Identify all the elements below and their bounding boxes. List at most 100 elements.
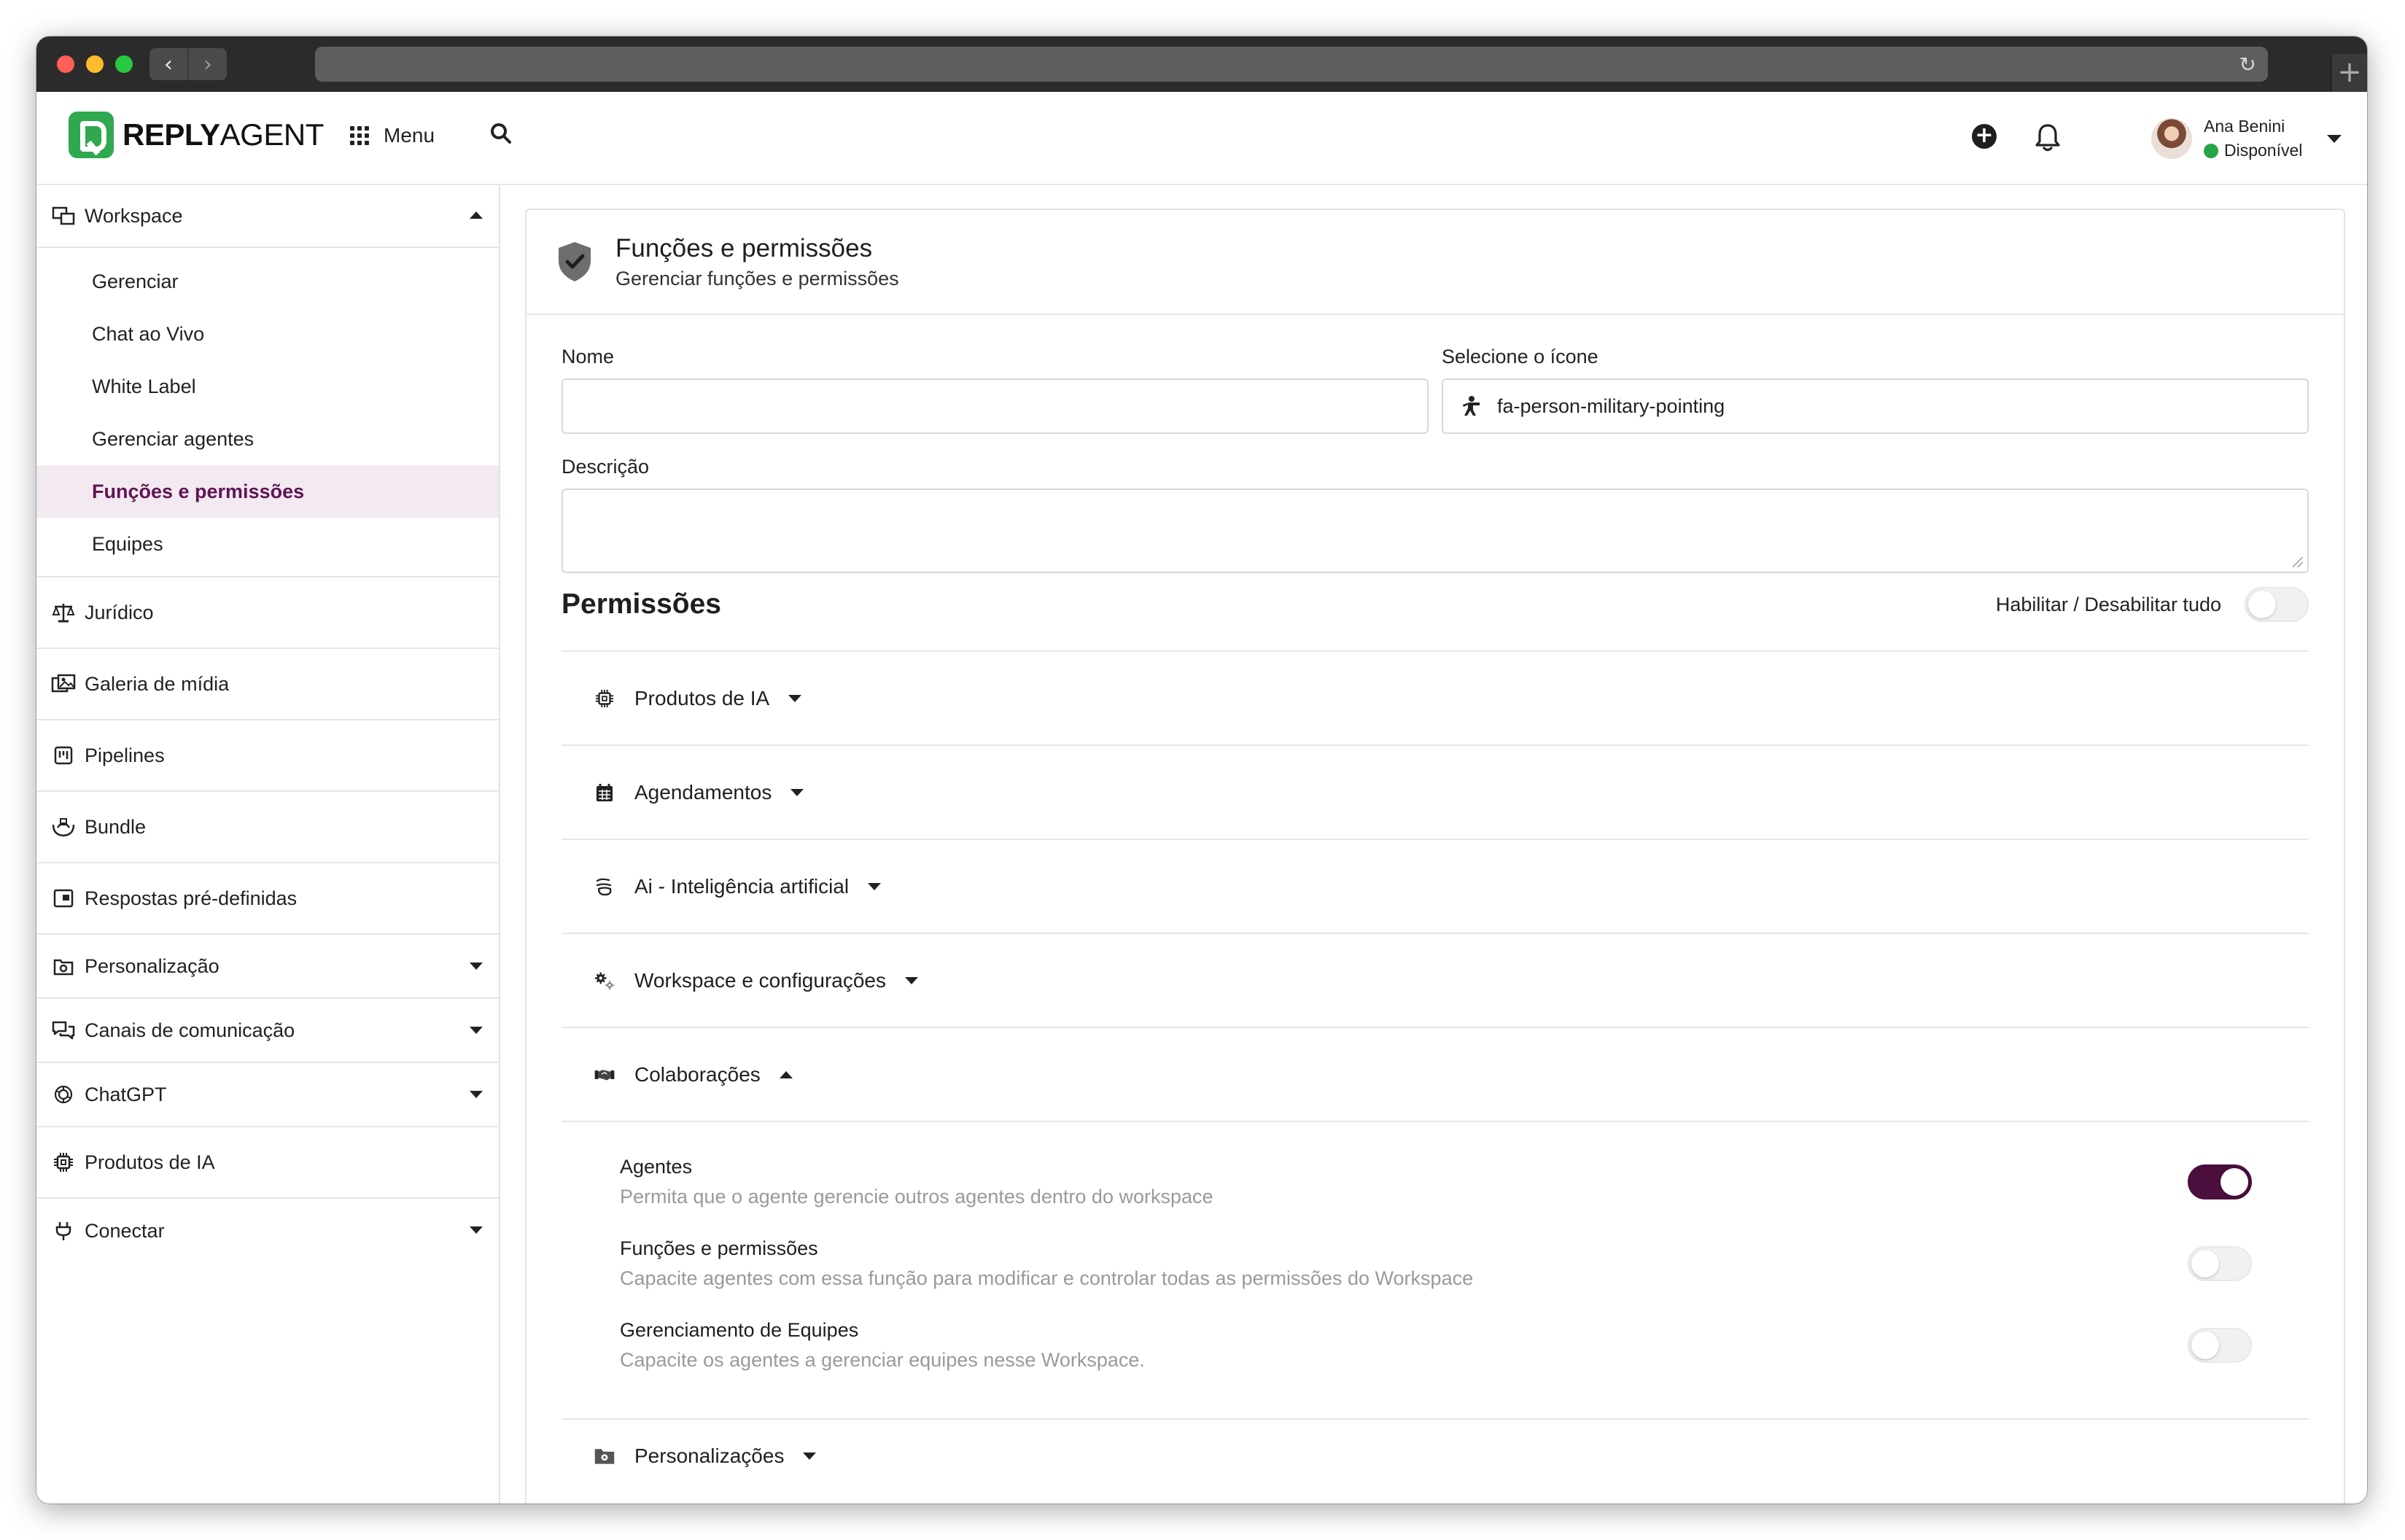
shield-check-icon xyxy=(559,242,591,281)
sidebar-item-gerenciar[interactable]: Gerenciar xyxy=(36,255,499,308)
minimize-window-button[interactable] xyxy=(86,55,104,73)
ai-icon xyxy=(594,876,615,898)
sidebar-item-conectar[interactable]: Conectar xyxy=(36,1199,499,1263)
sidebar: Workspace Gerenciar Chat ao Vivo White L… xyxy=(36,185,500,1504)
chip-icon xyxy=(51,1150,76,1175)
permission-description: Capacite os agentes a gerenciar equipes … xyxy=(620,1349,1145,1371)
icon-select-field[interactable]: fa-person-military-pointing xyxy=(1442,378,2309,434)
new-tab-button[interactable]: + xyxy=(2331,54,2367,92)
permission-group-workspace[interactable]: Workspace e configurações xyxy=(562,934,2309,1028)
sidebar-item-label: Galeria de mídia xyxy=(85,672,230,695)
chevron-down-icon[interactable] xyxy=(470,1091,483,1098)
chevron-down-icon[interactable] xyxy=(470,962,483,970)
sidebar-item-funcoes-permissoes[interactable]: Funções e permissões xyxy=(36,465,499,518)
name-label: Nome xyxy=(562,346,615,368)
permission-group-label: Agendamentos xyxy=(634,780,772,804)
reload-icon[interactable]: ↻ xyxy=(2239,52,2256,77)
main-card: Funções e permissões Gerenciar funções e… xyxy=(525,209,2345,1504)
permission-item-equipes: Gerenciamento de Equipes Capacite os age… xyxy=(562,1319,2309,1401)
permission-group-agendamentos[interactable]: Agendamentos xyxy=(562,746,2309,840)
sidebar-item-label: Workspace xyxy=(85,204,183,227)
folder-gear-icon xyxy=(594,1445,615,1467)
permission-item-agentes: Agentes Permita que o agente gerencie ou… xyxy=(562,1156,2309,1237)
brand-name: REPLYAGENT xyxy=(123,117,324,152)
equipes-toggle[interactable] xyxy=(2188,1328,2252,1363)
photo-gallery-icon xyxy=(51,672,76,696)
sidebar-item-white-label[interactable]: White Label xyxy=(36,360,499,413)
permission-name: Funções e permissões xyxy=(620,1237,818,1259)
permission-group-produtos-ia[interactable]: Produtos de IA xyxy=(562,652,2309,746)
permission-group-label: Produtos de IA xyxy=(634,686,770,709)
permission-group-personalizacoes[interactable]: Personalizações xyxy=(562,1420,2309,1493)
plug-icon xyxy=(51,1218,76,1243)
sidebar-item-gerenciar-agentes[interactable]: Gerenciar agentes xyxy=(36,413,499,465)
sidebar-item-label: Conectar xyxy=(85,1219,165,1242)
sidebar-item-label: ChatGPT xyxy=(85,1083,167,1105)
openai-icon xyxy=(51,1082,76,1107)
logo-mark-icon xyxy=(69,112,114,158)
permissions-header: Permissões Habilitar / Desabilitar tudo xyxy=(562,582,2309,627)
sidebar-item-juridico[interactable]: Jurídico xyxy=(36,578,499,649)
sidebar-item-canais[interactable]: Canais de comunicação xyxy=(36,999,499,1063)
permission-description: Capacite agentes com essa função para mo… xyxy=(620,1267,1474,1289)
page-header: Funções e permissões Gerenciar funções e… xyxy=(527,210,2344,315)
chevron-up-icon[interactable] xyxy=(470,211,483,219)
sidebar-item-bundle[interactable]: Bundle xyxy=(36,792,499,863)
sidebar-item-workspace[interactable]: Workspace xyxy=(36,185,499,248)
permission-group-colaboracoes[interactable]: Colaborações xyxy=(562,1028,2309,1122)
maximize-window-button[interactable] xyxy=(115,55,133,73)
forward-icon[interactable]: › xyxy=(187,48,227,80)
sidebar-item-galeria-midia[interactable]: Galeria de mídia xyxy=(36,649,499,720)
sidebar-item-label: Produtos de IA xyxy=(85,1151,215,1173)
user-menu[interactable]: Ana Benini Disponível xyxy=(2151,111,2342,166)
funcoes-toggle[interactable] xyxy=(2188,1246,2252,1281)
address-bar[interactable]: ↻ xyxy=(315,47,2268,82)
bell-icon[interactable] xyxy=(2033,121,2062,153)
add-circle-icon[interactable]: + xyxy=(1972,124,1997,149)
sidebar-item-pipelines[interactable]: Pipelines xyxy=(36,720,499,792)
chevron-down-icon xyxy=(905,976,918,984)
close-window-button[interactable] xyxy=(57,55,74,73)
app-header: REPLYAGENT Menu + Ana Benini Disponível xyxy=(36,92,2367,185)
pipeline-icon xyxy=(51,743,76,768)
colaboracoes-permissions: Agentes Permita que o agente gerencie ou… xyxy=(562,1122,2309,1420)
search-icon[interactable] xyxy=(487,120,516,149)
chevron-down-icon xyxy=(2327,134,2342,143)
permission-name: Gerenciamento de Equipes xyxy=(620,1319,859,1341)
permission-group-ai[interactable]: Ai - Inteligência artificial xyxy=(562,840,2309,934)
permission-description: Permita que o agente gerencie outros age… xyxy=(620,1186,1213,1208)
description-field[interactable] xyxy=(562,489,2309,573)
sidebar-item-label: Jurídico xyxy=(85,601,154,623)
menu-button[interactable]: Menu xyxy=(350,124,435,147)
name-field[interactable] xyxy=(562,378,1429,434)
agentes-toggle[interactable] xyxy=(2188,1164,2252,1199)
chevron-down-icon[interactable] xyxy=(470,1027,483,1034)
sidebar-item-label: Canais de comunicação xyxy=(85,1019,295,1041)
permission-group-label: Colaborações xyxy=(634,1062,761,1086)
permission-groups: Produtos de IA Agendamentos Ai - Intelig… xyxy=(562,650,2309,1493)
chevron-up-icon xyxy=(779,1070,793,1078)
toggle-all-switch[interactable] xyxy=(2245,587,2309,622)
sidebar-item-respostas[interactable]: Respostas pré-definidas xyxy=(36,863,499,935)
sidebar-item-personalizacao[interactable]: Personalização xyxy=(36,935,499,999)
chip-icon xyxy=(594,688,615,709)
sidebar-item-chatgpt[interactable]: ChatGPT xyxy=(36,1063,499,1127)
icon-select-label: Selecione o ícone xyxy=(1442,346,1598,368)
sidebar-item-chat-ao-vivo[interactable]: Chat ao Vivo xyxy=(36,308,499,360)
chevron-down-icon[interactable] xyxy=(470,1226,483,1234)
sidebar-item-produtos-ia[interactable]: Produtos de IA xyxy=(36,1127,499,1199)
grid-icon xyxy=(350,126,369,145)
permission-group-label: Personalizações xyxy=(634,1444,785,1467)
user-name: Ana Benini xyxy=(2204,117,2285,136)
sidebar-item-equipes[interactable]: Equipes xyxy=(36,518,499,570)
bundle-icon xyxy=(51,814,76,839)
sidebar-item-label: Personalização xyxy=(85,954,219,977)
nav-buttons: ‹ › xyxy=(149,48,227,80)
back-icon[interactable]: ‹ xyxy=(149,48,187,80)
brand-logo[interactable]: REPLYAGENT xyxy=(69,112,324,158)
permissions-title: Permissões xyxy=(562,588,721,620)
menu-label: Menu xyxy=(384,124,435,147)
browser-window: ‹ › ↻ + REPLYAGENT Menu + Ana Benini Dis… xyxy=(36,36,2367,1504)
gears-icon xyxy=(594,970,615,992)
page-title: Funções e permissões xyxy=(615,233,873,262)
